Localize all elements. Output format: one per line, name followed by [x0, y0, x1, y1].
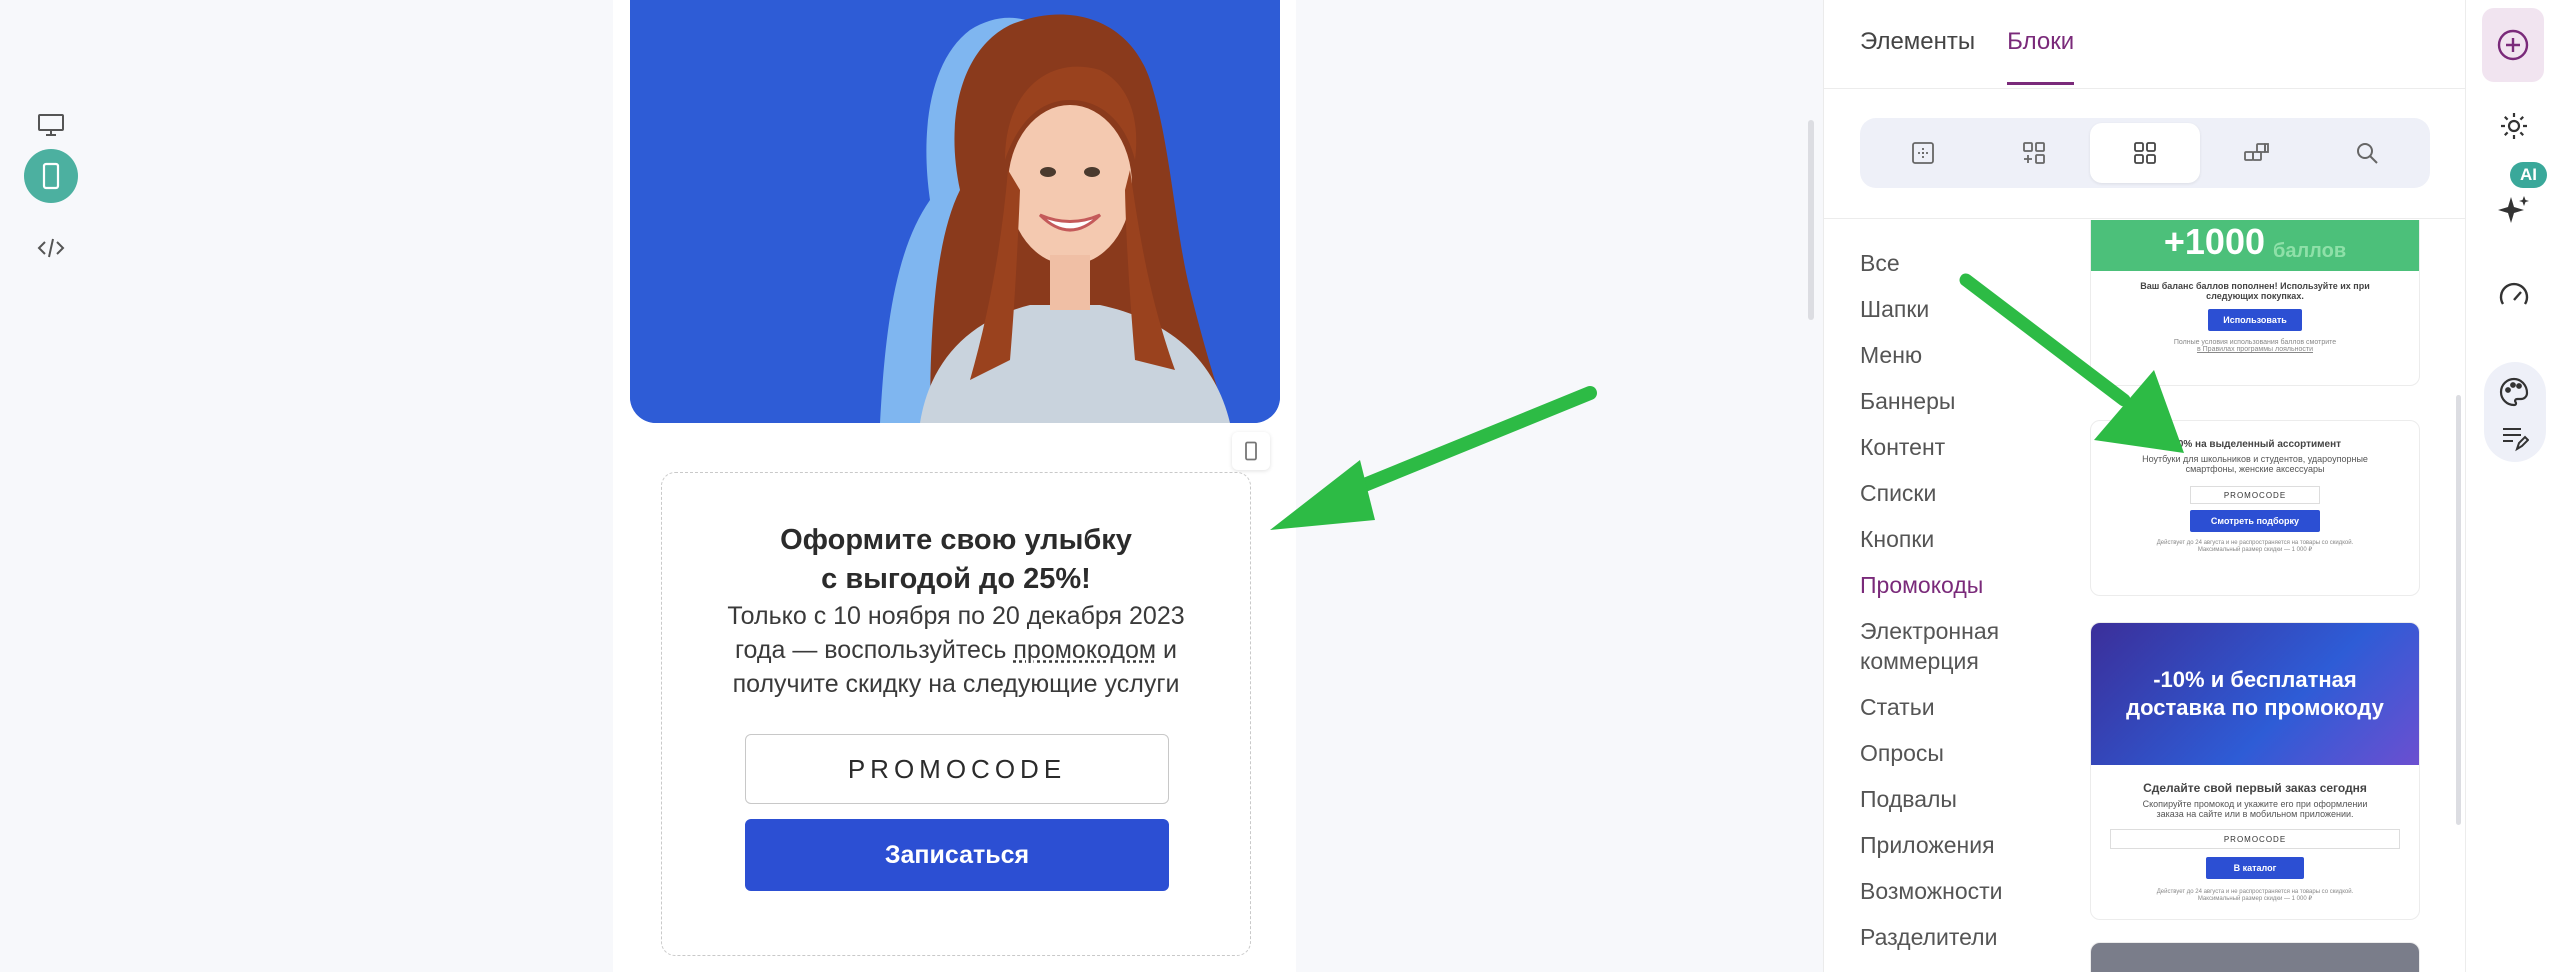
category-item-promocodes[interactable]: Промокоды	[1860, 570, 2060, 600]
search-tab[interactable]	[2312, 123, 2422, 183]
promo-title: Оформите свою улыбку с выгодой до 25%!	[780, 524, 1132, 595]
bonus-banner: +1000 баллов	[2091, 220, 2419, 271]
mobile-view-button[interactable]	[24, 149, 78, 203]
mobile-icon	[42, 162, 60, 190]
right-toolbar: AI	[2465, 0, 2560, 972]
blocks-panel: Элементы Блоки Все Шапки Меню Баннеры Ко…	[1823, 0, 2465, 972]
category-item[interactable]: Электронная коммерция	[1860, 616, 2060, 676]
category-item[interactable]: Подвалы	[1860, 784, 2060, 814]
promo-code-field[interactable]: PROMOCODE	[745, 734, 1169, 804]
add-block-icon	[2497, 29, 2529, 61]
tab-elements[interactable]: Элементы	[1860, 28, 1975, 85]
components-icon	[2244, 143, 2269, 161]
editor-canvas: Оформите свою улыбку с выгодой до 25%! Т…	[0, 0, 1823, 972]
blocks-grid-tab[interactable]	[2090, 123, 2200, 183]
divider	[1824, 88, 2465, 89]
category-item[interactable]: Приложения	[1860, 830, 2060, 860]
panel-scrollbar[interactable]	[2456, 395, 2461, 825]
category-item[interactable]: Разделители	[1860, 922, 2060, 952]
ai-assistant-button[interactable]	[2486, 182, 2542, 238]
settings-gear-icon	[2501, 113, 2527, 139]
promo-description: Только с 10 ноября по 20 декабря 2023 го…	[727, 602, 1185, 698]
desktop-icon	[38, 114, 64, 136]
components-tab[interactable]	[2201, 123, 2311, 183]
add-block-button[interactable]	[2482, 8, 2544, 82]
panel-tabs: Элементы Блоки	[1860, 28, 2075, 85]
promo-link[interactable]: промокодом	[1013, 636, 1156, 664]
block-thumb-next[interactable]	[2090, 942, 2420, 972]
notes-edit-icon	[2503, 428, 2529, 452]
notes-button[interactable]	[2486, 410, 2542, 466]
mobile-icon	[1245, 441, 1257, 461]
annotation-arrow-left	[1270, 386, 1597, 530]
discount-code-field: PROMOCODE	[2190, 486, 2320, 504]
category-item[interactable]: Опросы	[1860, 738, 2060, 768]
category-item[interactable]: Кнопки	[1860, 524, 2060, 554]
search-icon	[2357, 143, 2378, 164]
category-item[interactable]: Списки	[1860, 478, 2060, 508]
annotation-arrow-down	[1959, 273, 2184, 453]
divider	[1824, 218, 2465, 219]
category-item[interactable]: Возможности	[1860, 876, 2060, 906]
discount-view-button: Смотреть подборку	[2190, 510, 2320, 532]
canvas-scrollbar[interactable]	[1808, 120, 1814, 320]
desktop-view-button[interactable]	[24, 98, 78, 152]
delivery-code-field: PROMOCODE	[2110, 829, 2400, 849]
blocks-grid-icon	[2134, 142, 2156, 164]
signup-button[interactable]: Записаться	[745, 819, 1169, 891]
block-thumb-delivery[interactable]: -10% и бесплатная доставка по промокоду …	[2090, 622, 2420, 920]
promo-code-block[interactable]: Оформите свою улыбку с выгодой до 25%! Т…	[661, 472, 1251, 956]
ai-sparkles-icon	[2498, 196, 2529, 223]
layout-tab[interactable]	[1868, 123, 1978, 183]
delivery-catalog-button: В каталог	[2206, 857, 2304, 879]
code-view-button[interactable]	[24, 221, 78, 275]
palette-icon	[2499, 377, 2529, 407]
bonus-use-button: Использовать	[2208, 309, 2302, 331]
speedometer-icon	[2499, 282, 2529, 305]
tab-blocks[interactable]: Блоки	[2007, 28, 2075, 85]
layout-icon	[1912, 142, 1934, 164]
add-grid-icon	[2023, 142, 2045, 164]
settings-button[interactable]	[2486, 98, 2542, 154]
delivery-banner: -10% и бесплатная доставка по промокоду	[2091, 623, 2419, 765]
code-icon	[37, 238, 65, 258]
category-item[interactable]: Статьи	[1860, 692, 2060, 722]
performance-button[interactable]	[2486, 268, 2542, 324]
hero-banner-image[interactable]	[630, 0, 1280, 423]
block-type-bar	[1860, 118, 2430, 188]
add-grid-tab[interactable]	[1979, 123, 2089, 183]
